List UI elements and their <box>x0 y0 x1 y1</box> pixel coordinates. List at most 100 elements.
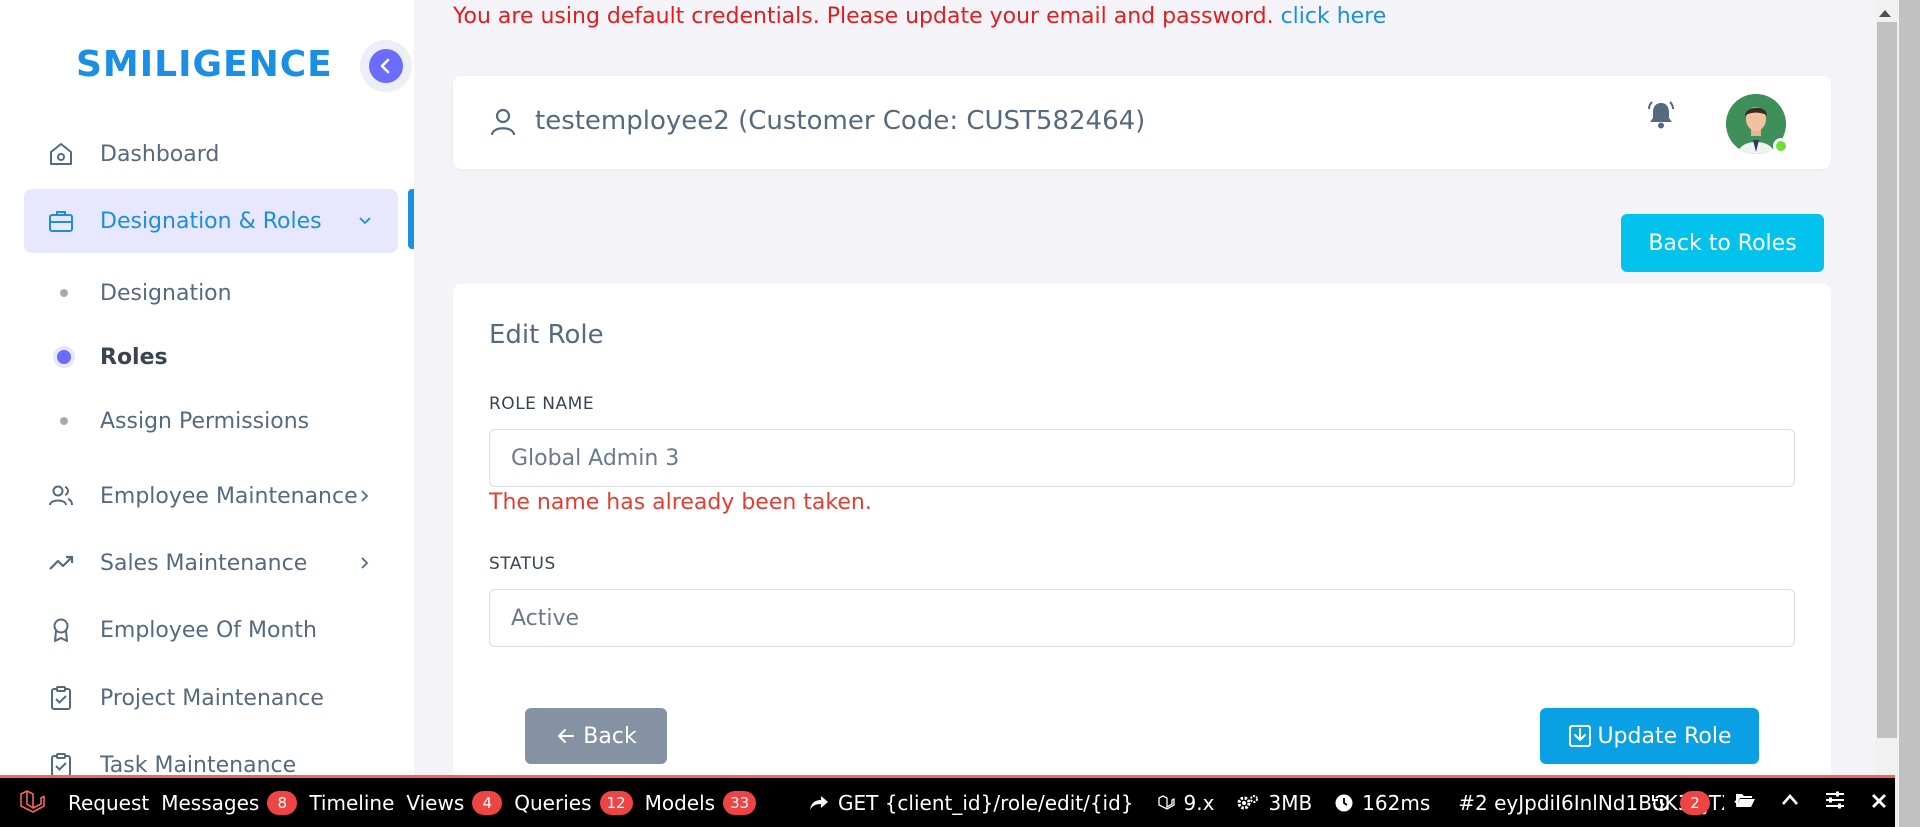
laravel-logo-icon[interactable] <box>8 788 56 818</box>
sidebar: SMILIGENCE Dashboard Designation & Roles… <box>0 0 414 778</box>
back-button[interactable]: Back <box>525 708 667 764</box>
folder-open-icon[interactable] <box>1734 790 1756 815</box>
tab-label: Timeline <box>309 790 395 815</box>
tab-label: Messages <box>161 790 260 815</box>
status-select[interactable]: Active <box>489 589 1795 647</box>
chevron-right-icon <box>356 486 374 511</box>
history-button[interactable]: 2 <box>1650 790 1710 815</box>
sidebar-item-employee-maintenance[interactable]: Employee Maintenance <box>24 464 398 528</box>
cogs-icon <box>1237 794 1259 809</box>
top-navbar: testemployee2 (Customer Code: CUST582464… <box>453 76 1831 169</box>
count-badge: 8 <box>267 790 298 815</box>
back-to-roles-button[interactable]: Back to Roles <box>1621 214 1824 272</box>
trending-up-icon <box>46 548 76 578</box>
role-name-input[interactable]: Global Admin 3 <box>489 429 1795 487</box>
online-status-indicator <box>1773 138 1789 154</box>
chevron-right-icon <box>356 553 374 578</box>
bullet-icon <box>57 350 71 364</box>
sidebar-item-employee-of-month[interactable]: Employee Of Month <box>24 598 398 662</box>
update-credentials-link[interactable]: click here <box>1281 4 1387 29</box>
debug-version: 9.x <box>1156 790 1215 815</box>
user-icon <box>487 106 519 142</box>
sidebar-item-label: Employee Of Month <box>100 617 317 643</box>
tab-label: Queries <box>514 790 592 815</box>
brand-logo[interactable]: SMILIGENCE <box>76 44 333 85</box>
status-label: STATUS <box>489 554 556 574</box>
route-text: GET {client_id}/role/edit/{id} <box>838 790 1134 815</box>
role-name-error: The name has already been taken. <box>489 490 872 515</box>
briefcase-icon <box>46 206 76 236</box>
home-icon <box>46 139 76 169</box>
card-title: Edit Role <box>489 320 604 350</box>
debug-route[interactable]: GET {client_id}/role/edit/{id} <box>808 791 1134 815</box>
version-text: 9.x <box>1183 790 1215 815</box>
sidebar-item-dashboard[interactable]: Dashboard <box>24 122 398 186</box>
sidebar-subitem-assign-permissions[interactable]: Assign Permissions <box>24 396 398 446</box>
sidebar-collapse-button[interactable] <box>360 40 412 92</box>
clock-icon <box>1335 794 1353 811</box>
arrow-left-icon <box>555 725 577 747</box>
count-badge: 12 <box>599 790 633 815</box>
debug-info: GET {client_id}/role/edit/{id} 9.x 3MB 1… <box>808 778 1778 827</box>
sidebar-subitem-label: Roles <box>100 344 168 370</box>
sidebar-subitem-roles[interactable]: Roles <box>24 332 398 382</box>
debugbar: Request Messages 8 Timeline Views 4 Querie… <box>0 775 1895 827</box>
award-icon <box>46 615 76 645</box>
default-credentials-alert: You are using default credentials. Pleas… <box>453 4 1386 29</box>
update-role-label: Update Role <box>1597 723 1732 749</box>
history-icon <box>1652 794 1669 811</box>
sidebar-item-project-maintenance[interactable]: Project Maintenance <box>24 666 398 730</box>
debug-tab-messages[interactable]: Messages 8 <box>161 790 298 815</box>
update-role-button[interactable]: Update Role <box>1540 708 1759 764</box>
users-icon <box>46 481 76 511</box>
scroll-up-arrow-icon[interactable] <box>1877 4 1893 23</box>
count-badge: 2 <box>1680 790 1710 815</box>
chevron-down-icon <box>356 211 374 236</box>
count-badge: 4 <box>472 790 503 815</box>
bullet-icon <box>60 417 68 425</box>
sidebar-item-sales-maintenance[interactable]: Sales Maintenance <box>24 531 398 595</box>
save-icon <box>1567 723 1593 749</box>
debug-tab-views[interactable]: Views 4 <box>406 790 503 815</box>
laravel-icon <box>1157 794 1175 810</box>
sidebar-subitem-label: Assign Permissions <box>100 408 310 434</box>
sidebar-item-label: Designation & Roles <box>100 208 322 234</box>
clipboard-check-icon <box>46 683 76 713</box>
tab-label: Views <box>406 790 465 815</box>
sidebar-item-label: Employee Maintenance <box>100 483 358 509</box>
share-icon <box>810 795 828 810</box>
sidebar-subitem-designation[interactable]: Designation <box>24 268 398 318</box>
edit-role-card: Edit Role ROLE NAME Global Admin 3 The n… <box>453 284 1831 804</box>
active-indicator <box>408 189 414 249</box>
tab-label: Request <box>68 790 150 815</box>
scrollbar-thumb[interactable] <box>1877 22 1897 738</box>
sliders-icon[interactable] <box>1824 790 1846 815</box>
chevron-up-icon[interactable] <box>1780 790 1800 815</box>
debug-time: 162ms <box>1334 791 1430 815</box>
debug-tab-timeline[interactable]: Timeline <box>309 791 394 815</box>
back-button-label: Back <box>583 723 637 749</box>
close-icon[interactable] <box>1870 791 1888 815</box>
notification-bell-icon[interactable] <box>1644 98 1678 136</box>
role-name-label: ROLE NAME <box>489 394 595 414</box>
outer-scrollbar-thumb[interactable] <box>1899 0 1920 827</box>
debug-tab-models[interactable]: Models 33 <box>644 790 757 815</box>
logo-row: SMILIGENCE <box>0 36 414 96</box>
tab-label: Models <box>644 790 716 815</box>
debug-tab-request[interactable]: Request <box>68 791 149 815</box>
sidebar-item-label: Task Maintenance <box>100 752 297 778</box>
memory-text: 3MB <box>1268 790 1313 815</box>
sidebar-item-designation-roles[interactable]: Designation & Roles <box>24 189 398 253</box>
sidebar-item-label: Dashboard <box>100 141 220 167</box>
debug-tab-queries[interactable]: Queries 12 <box>514 790 633 815</box>
sidebar-item-label: Sales Maintenance <box>100 550 308 576</box>
sidebar-subitem-label: Designation <box>100 280 232 306</box>
alert-text: You are using default credentials. Pleas… <box>453 4 1274 29</box>
debug-memory: 3MB <box>1236 791 1312 815</box>
bullet-icon <box>60 289 68 297</box>
debug-actions: 2 <box>1650 778 1888 827</box>
sidebar-item-label: Project Maintenance <box>100 685 324 711</box>
chevron-left-icon <box>369 49 403 83</box>
user-info: testemployee2 (Customer Code: CUST582464… <box>535 106 1146 136</box>
count-badge: 33 <box>723 790 757 815</box>
